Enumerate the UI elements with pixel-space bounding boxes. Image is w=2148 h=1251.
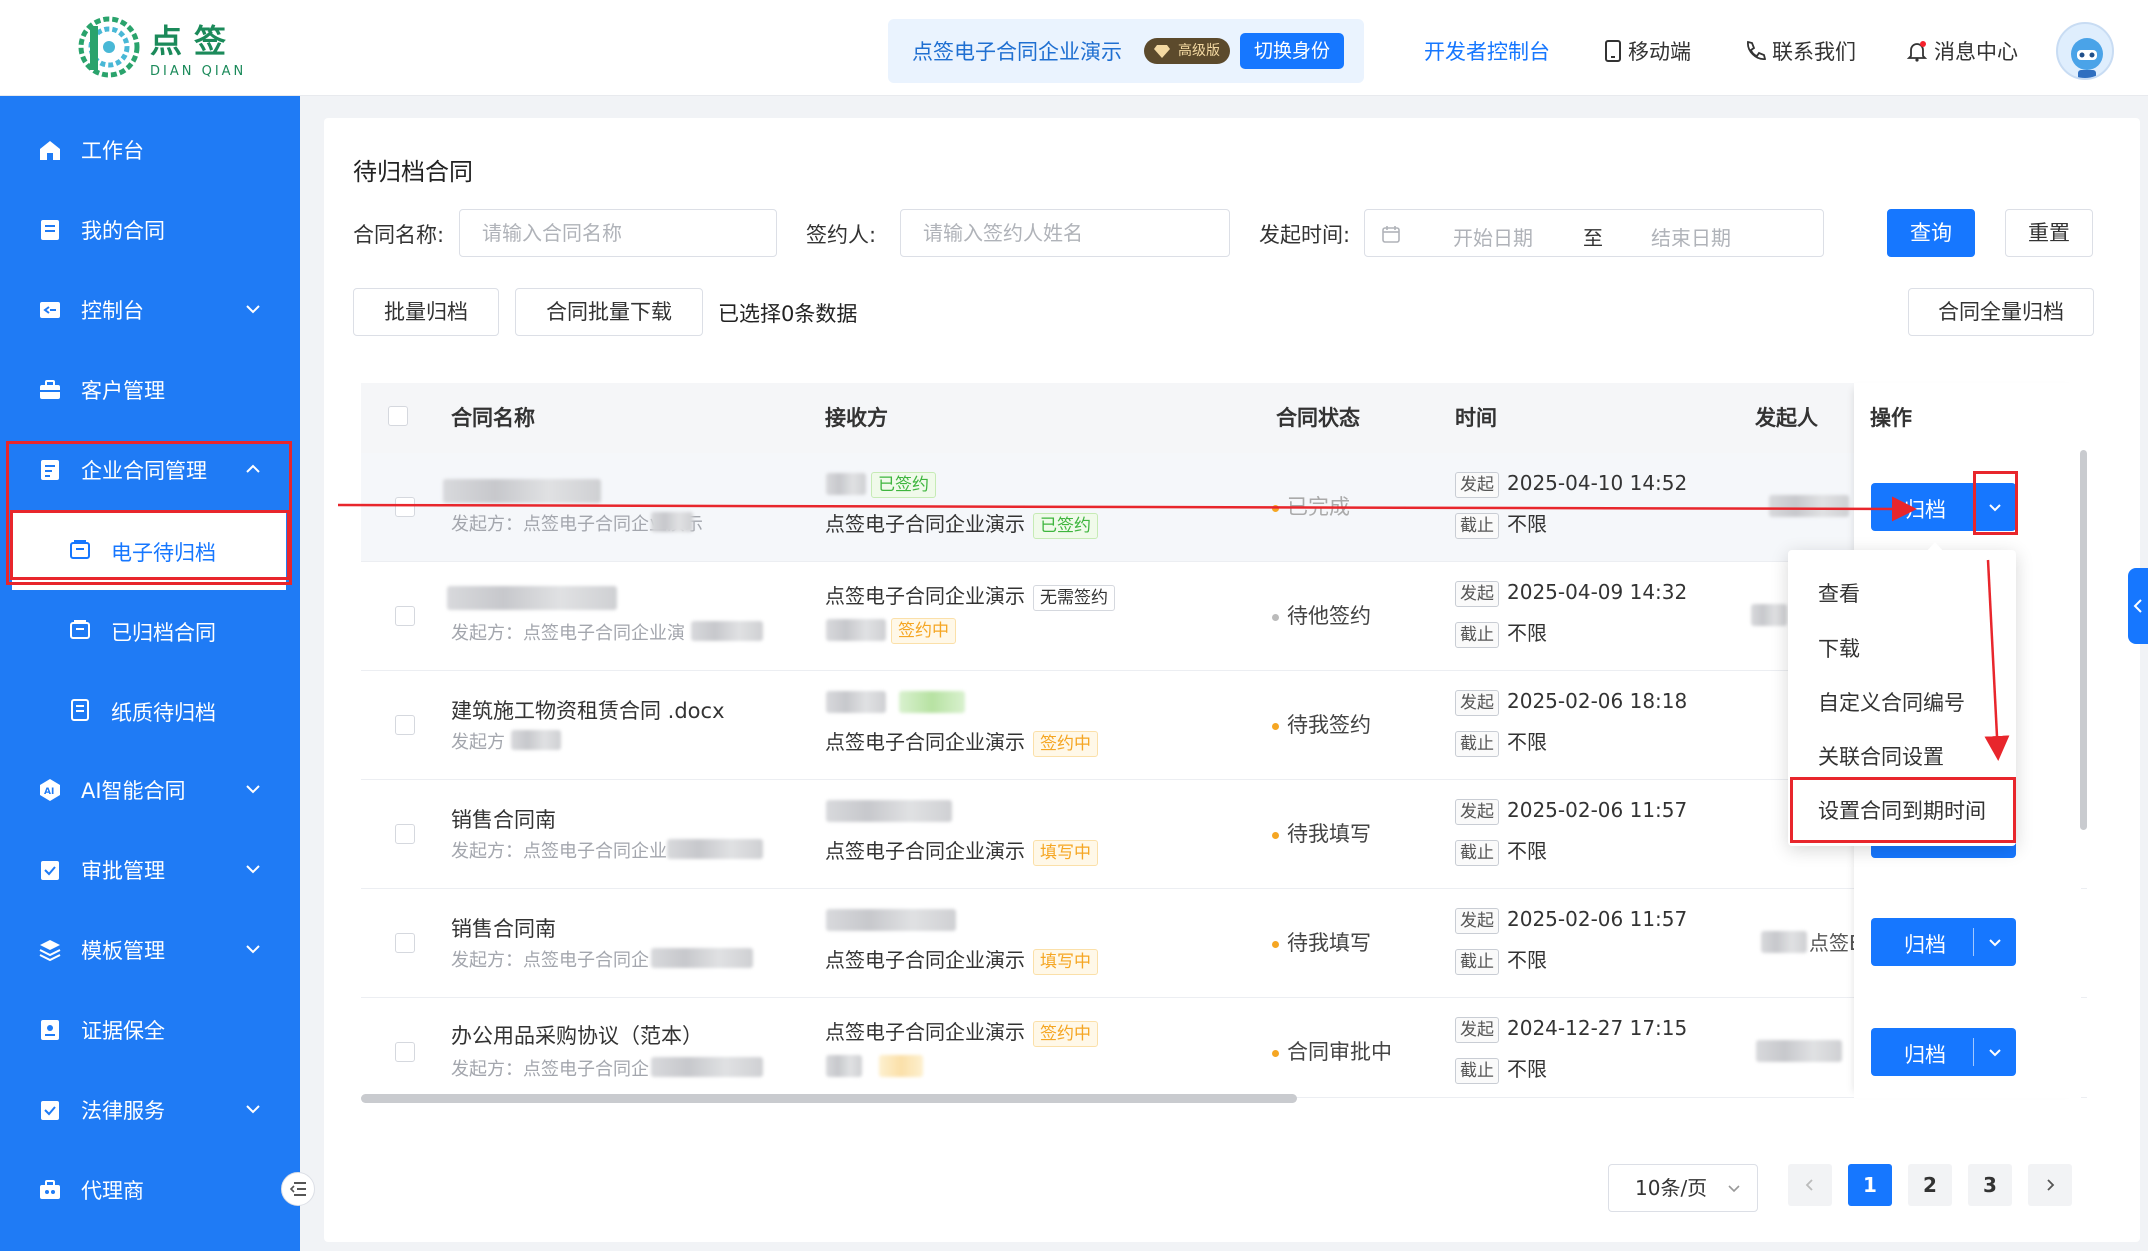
page-size-value: 10条/页	[1635, 1176, 1708, 1200]
next-page-button[interactable]	[2028, 1164, 2072, 1206]
page-button-2[interactable]: 2	[1908, 1164, 1952, 1206]
annotation-arrows	[337, 496, 2010, 761]
page-button-1[interactable]: 1	[1848, 1164, 1892, 1206]
arrow-to-archive	[337, 496, 1917, 522]
chevron-right-icon	[2047, 1179, 2055, 1191]
chevron-left-icon	[1805, 1179, 1813, 1191]
page-button-3[interactable]: 3	[1968, 1164, 2012, 1206]
arrow-to-set-expiry	[1984, 559, 2010, 761]
prev-page-button[interactable]	[1788, 1164, 1832, 1206]
chevron-down-icon	[1728, 1185, 1740, 1193]
page-size-select[interactable]: 10条/页	[1608, 1164, 1758, 1212]
